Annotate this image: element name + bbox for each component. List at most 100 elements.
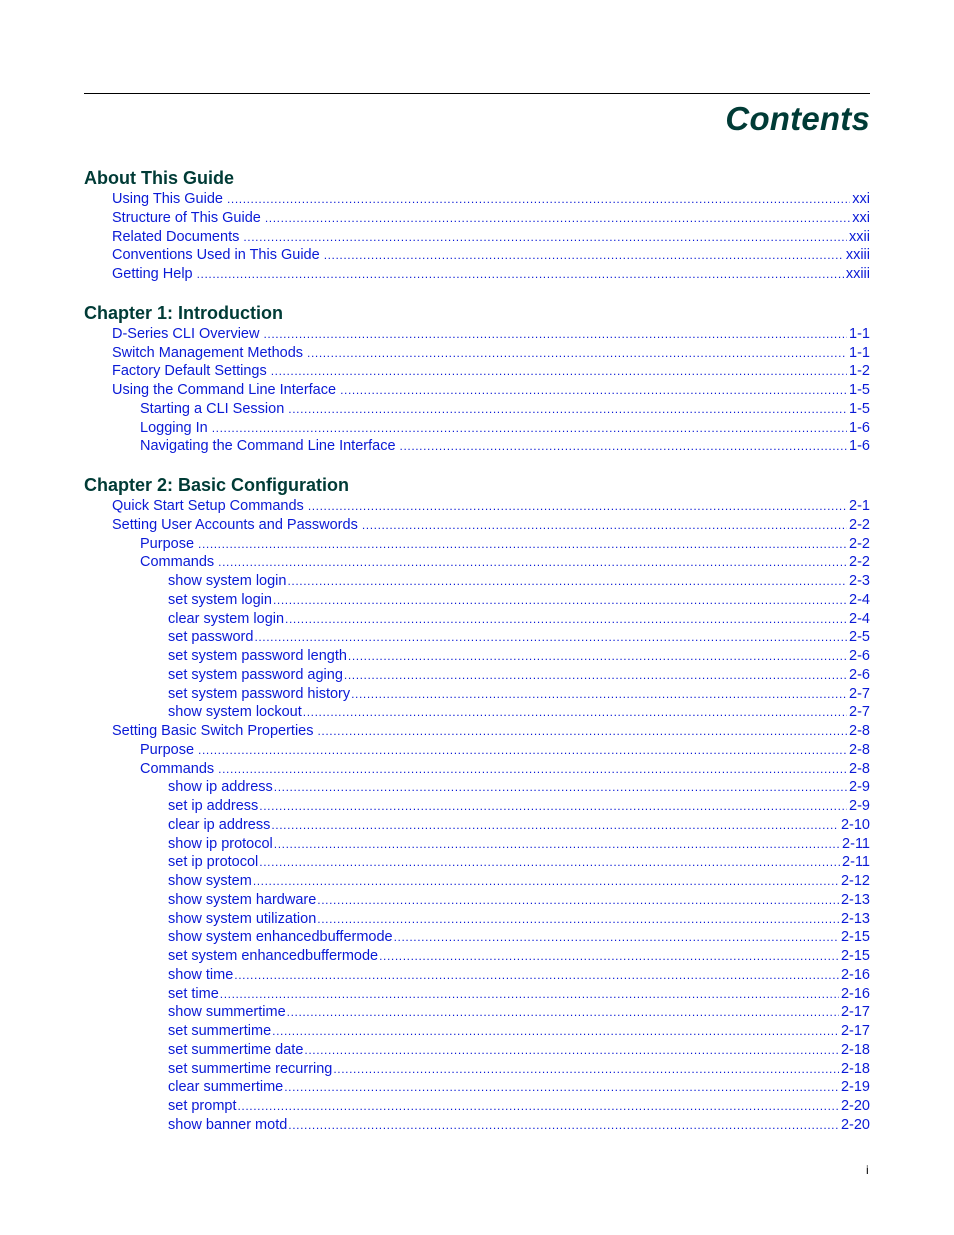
toc-entry-link[interactable]: Setting Basic Switch Properties 2-8 <box>84 722 870 741</box>
toc-entry-link[interactable]: set time 2-16 <box>84 985 870 1004</box>
dot-leader <box>288 400 847 419</box>
dot-leader <box>307 344 847 363</box>
entry-label: Structure of This Guide <box>112 209 261 226</box>
toc-entry-link[interactable]: set system password aging 2-6 <box>84 666 870 685</box>
toc-entry-link[interactable]: Starting a CLI Session 1-5 <box>84 400 870 419</box>
entry-label: Commands <box>140 760 215 777</box>
toc-entry-link[interactable]: Conventions Used in This Guide xxiii <box>84 246 870 265</box>
toc-entry-link[interactable]: show system hardware 2-13 <box>84 891 870 910</box>
toc-entry-link[interactable]: set password 2-5 <box>84 628 870 647</box>
toc-entry-link[interactable]: clear summertime 2-19 <box>84 1078 870 1097</box>
entry-label: set summertime recurring <box>168 1060 333 1077</box>
dot-leader <box>198 535 847 554</box>
entry-label: Logging In <box>140 419 208 436</box>
toc-entry-link[interactable]: set prompt 2-20 <box>84 1097 870 1116</box>
dot-leader <box>351 685 847 704</box>
entry-label: show system enhancedbuffermode <box>168 929 393 946</box>
entry-page-number: 2-8 <box>849 741 870 758</box>
page-folio: i <box>866 1163 869 1177</box>
entry-page-number: 2-20 <box>840 1116 870 1133</box>
toc-entry-link[interactable]: Factory Default Settings 1-2 <box>84 362 870 381</box>
entry-label: show system utilization <box>168 910 317 927</box>
toc-entry-link[interactable]: Logging In 1-6 <box>84 419 870 438</box>
toc-entry-link[interactable]: Setting User Accounts and Passwords 2-2 <box>84 516 870 535</box>
entry-page-number: 2-15 <box>840 948 870 964</box>
entry-page-number: xxi <box>852 191 870 207</box>
toc-entry-link[interactable]: Getting Help xxiii <box>84 265 870 284</box>
toc-entry-link[interactable]: Using This Guide xxi <box>84 190 870 209</box>
toc-entry-link[interactable]: show ip address 2-9 <box>84 778 870 797</box>
entry-page-number: 2-1 <box>849 498 870 514</box>
entry-page-number: xxi <box>852 209 870 226</box>
entry-label: show ip protocol <box>168 835 273 852</box>
entry-page-number: 2-11 <box>842 854 870 871</box>
dot-leader <box>253 872 839 891</box>
toc-entry-link[interactable]: clear system login 2-4 <box>84 610 870 629</box>
entry-page-number: 2-18 <box>840 1060 870 1077</box>
entry-page-number: 2-9 <box>849 779 870 796</box>
toc-entry-link[interactable]: show system enhancedbuffermode 2-15 <box>84 928 870 947</box>
entry-label: show system lockout <box>168 704 302 721</box>
entry-label: Starting a CLI Session <box>140 400 285 417</box>
toc-entry-link[interactable]: set system password history 2-7 <box>84 685 870 704</box>
dot-leader <box>272 1022 839 1041</box>
toc-entry-link[interactable]: Related Documents xxii <box>84 228 870 247</box>
dot-leader <box>324 246 844 265</box>
dot-leader <box>379 947 839 966</box>
toc-entry-link[interactable]: Structure of This Guide xxi <box>84 209 870 228</box>
entry-page-number: 2-16 <box>840 985 870 1002</box>
toc-entry-link[interactable]: Switch Management Methods 1-1 <box>84 344 870 363</box>
toc-entry-link[interactable]: set summertime date 2-18 <box>84 1041 870 1060</box>
entry-page-number: 2-2 <box>849 535 870 552</box>
toc-entry-link[interactable]: show banner motd 2-20 <box>84 1116 870 1135</box>
toc-entry-link[interactable]: Navigating the Command Line Interface 1-… <box>84 437 870 456</box>
dot-leader <box>274 778 847 797</box>
entry-label: set ip address <box>168 798 259 814</box>
entry-page-number: 2-12 <box>840 873 870 889</box>
dot-leader <box>284 1078 839 1097</box>
toc-entry-link[interactable]: clear ip address 2-10 <box>84 816 870 835</box>
toc-entry-link[interactable]: show summertime 2-17 <box>84 1003 870 1022</box>
toc-entry-link[interactable]: D-Series CLI Overview 1-1 <box>84 325 870 344</box>
toc-section: Chapter 1: Introduction D-Series CLI Ove… <box>84 301 870 456</box>
toc-entry-link[interactable]: set system password length 2-6 <box>84 647 870 666</box>
toc-entry-link[interactable]: set ip protocol 2-11 <box>84 853 870 872</box>
toc-entry-link[interactable]: show system login 2-3 <box>84 572 870 591</box>
entry-label: Setting User Accounts and Passwords <box>112 516 358 533</box>
toc-entry-link[interactable]: show system utilization 2-13 <box>84 910 870 929</box>
entry-page-number: 2-7 <box>849 685 870 702</box>
toc-entry-link[interactable]: Commands 2-8 <box>84 760 870 779</box>
entry-label: Related Documents <box>112 228 240 245</box>
entry-label: Quick Start Setup Commands <box>112 498 304 514</box>
entry-label: show system <box>168 873 252 889</box>
entry-page-number: 2-8 <box>849 723 870 739</box>
entry-page-number: 1-5 <box>849 382 870 398</box>
section-entries: Quick Start Setup Commands 2-1 Setting U… <box>84 497 870 1135</box>
toc-entry-link[interactable]: show time 2-16 <box>84 966 870 985</box>
dot-leader <box>238 1097 839 1116</box>
toc-entry-link[interactable]: set system login 2-4 <box>84 591 870 610</box>
toc-entry-link[interactable]: Commands 2-2 <box>84 553 870 572</box>
toc-entry-link[interactable]: show system 2-12 <box>84 872 870 891</box>
entry-page-number: 2-11 <box>842 835 870 852</box>
toc-entry-link[interactable]: set ip address 2-9 <box>84 797 870 816</box>
toc-entry-link[interactable]: set summertime recurring 2-18 <box>84 1060 870 1079</box>
toc-entry-link[interactable]: Using the Command Line Interface 1-5 <box>84 381 870 400</box>
entry-label: Using This Guide <box>112 191 223 207</box>
entry-page-number: 1-2 <box>849 363 870 380</box>
toc-entry-link[interactable]: Purpose 2-2 <box>84 535 870 554</box>
entry-label: clear system login <box>168 610 285 627</box>
entry-label: Getting Help <box>112 266 193 282</box>
toc-entry-link[interactable]: show system lockout 2-7 <box>84 703 870 722</box>
toc-entry-link[interactable]: show ip protocol 2-11 <box>84 835 870 854</box>
toc-entry-link[interactable]: set system enhancedbuffermode 2-15 <box>84 947 870 966</box>
dot-leader <box>218 553 847 572</box>
entry-label: show ip address <box>168 779 273 796</box>
entry-page-number: 1-6 <box>849 438 870 455</box>
toc-entry-link[interactable]: Quick Start Setup Commands 2-1 <box>84 497 870 516</box>
entry-label: Factory Default Settings <box>112 363 267 380</box>
toc-entry-link[interactable]: Purpose 2-8 <box>84 741 870 760</box>
toc-entry-link[interactable]: set summertime 2-17 <box>84 1022 870 1041</box>
entry-page-number: 2-9 <box>849 798 870 814</box>
dot-leader <box>317 722 847 741</box>
